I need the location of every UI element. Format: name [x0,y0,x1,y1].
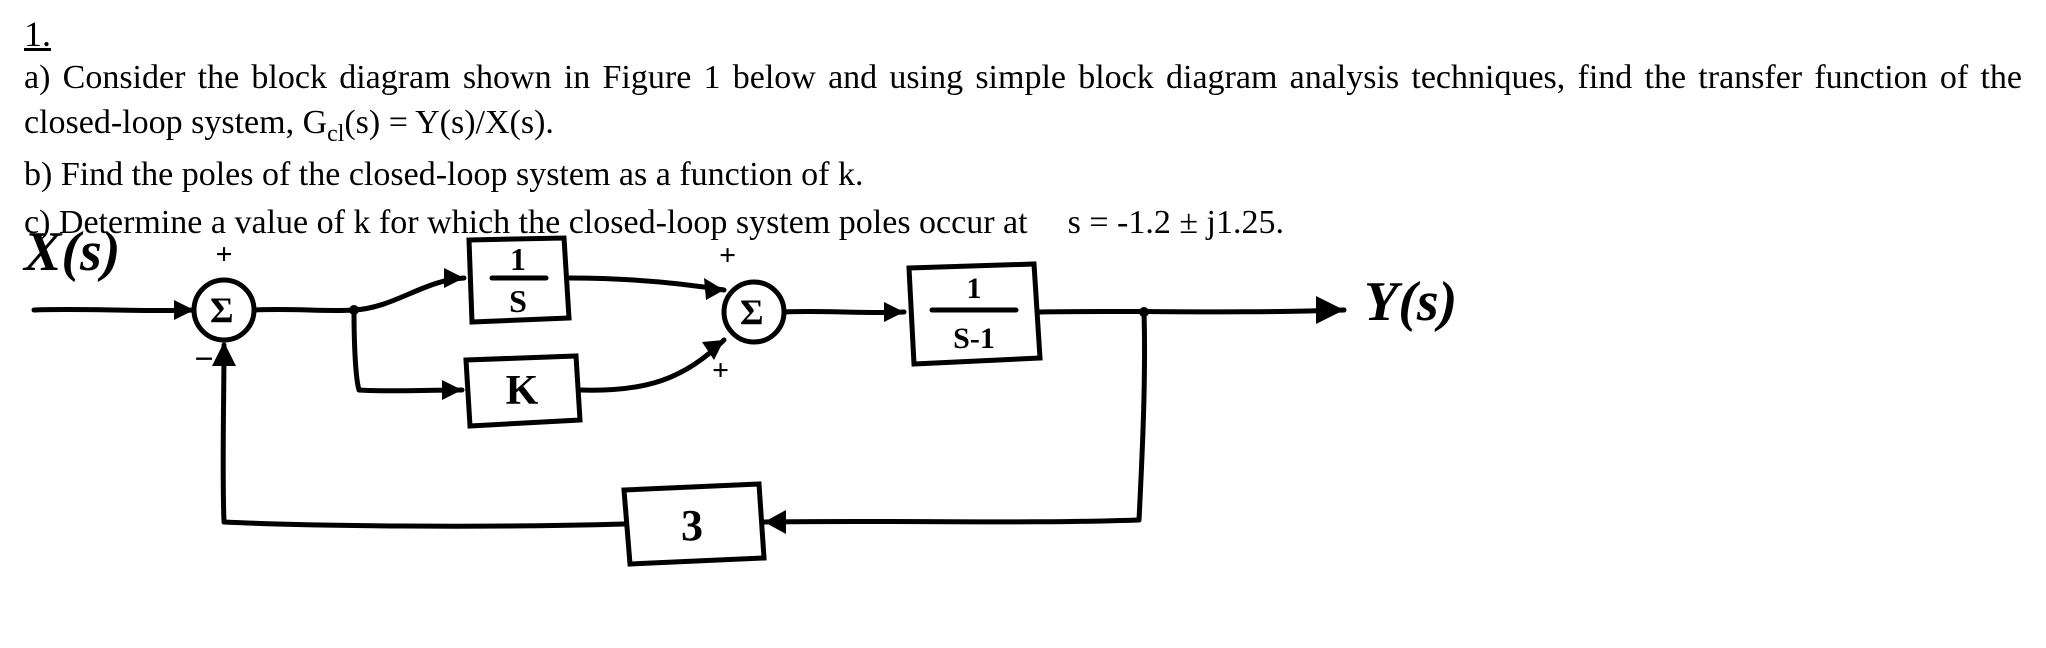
sum1-minus: − [194,341,213,378]
sum1-plus: + [215,238,232,271]
part-a-after: (s) = Y(s)/X(s). [344,104,554,141]
question-number: 1. [24,10,2022,59]
sum2-plus-bottom: + [712,354,729,387]
sum2-sigma: Σ [740,292,764,332]
wire-input [34,309,194,310]
output-label: Y(s) [1364,271,1457,333]
arrow-block1-to-sum2 [704,278,724,300]
arrow-to-block2 [884,302,904,322]
block2-num: 1 [967,272,982,305]
wire-block1-to-sum2 [569,278,724,290]
arrow-to-block1 [444,268,464,288]
arrow-feedback-into-sum1 [212,342,236,366]
arrow-into-feedback-block [764,510,786,534]
question-text: a) Consider the block diagram shown in F… [24,55,2022,247]
wire-output [1040,310,1344,312]
block2-den: S-1 [953,322,995,355]
block-feedback-label: 3 [681,501,703,550]
part-b: b) Find the poles of the closed-loop sys… [24,152,2022,198]
arrow-input [174,300,194,320]
wire-feedback-left [223,345,624,526]
wire-to-k [354,310,462,391]
block1-den: S [509,283,527,319]
arrow-to-k [442,380,462,400]
block-k-label: K [506,368,539,414]
part-a-text: a) Consider the block diagram shown in F… [24,59,2022,142]
wire-k-to-sum2 [580,340,724,390]
gcl-subscript: cl [327,121,344,147]
arrow-output [1316,296,1344,324]
block1-num: 1 [510,241,526,277]
wire-sum1-out [254,309,354,310]
sum2-plus-top: + [719,239,736,272]
part-a: a) Consider the block diagram shown in F… [24,55,2022,151]
input-label: X(s) [22,221,120,283]
block-diagram: X(s) Σ + − 1 S K [24,220,1674,620]
sum1-sigma: Σ [210,290,234,330]
